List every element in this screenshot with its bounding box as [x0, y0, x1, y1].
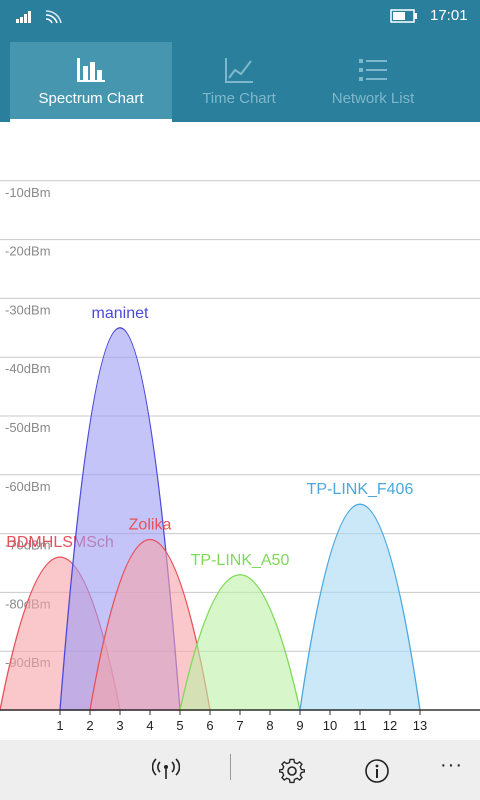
- network-label: TP-LINK_F406: [307, 481, 414, 498]
- app-bar-divider: [230, 754, 231, 780]
- tab-spectrum-chart[interactable]: Spectrum Chart: [10, 42, 172, 122]
- battery-icon: [390, 9, 417, 23]
- spectrum-chart-svg: -10dBm-20dBm-30dBm-40dBm-50dBm-60dBm-70d…: [0, 180, 480, 733]
- line-chart-icon: [225, 58, 253, 83]
- spectrum-chart: -10dBm -20dBm -30dBm -40dBm -50dBm -60dBm -70d…: [0, 122, 480, 740]
- tab-label: Network List: [331, 90, 415, 107]
- x-tick-label: 3: [116, 718, 123, 733]
- x-tick-label: 8: [266, 718, 273, 733]
- y-tick-label: -30dBm: [5, 302, 51, 317]
- tab-label: Spectrum Chart: [38, 90, 144, 107]
- x-tick-label: 9: [296, 718, 303, 733]
- y-tick-label: -50dBm: [5, 420, 51, 435]
- y-tick-label: -20dBm: [5, 244, 51, 259]
- network-curve: [299, 503, 421, 711]
- network-label: Zolika: [129, 516, 172, 533]
- list-icon: [359, 59, 387, 81]
- x-tick-label: 13: [413, 718, 427, 733]
- x-tick-label: 6: [206, 718, 213, 733]
- network-curve: [179, 574, 301, 711]
- x-tick-label: 2: [86, 718, 93, 733]
- bar-chart-icon: [77, 58, 105, 82]
- x-tick-label: 12: [383, 718, 397, 733]
- tab-network-list[interactable]: Network List: [292, 42, 454, 122]
- y-tick-label: -40dBm: [5, 361, 51, 376]
- y-tick-label: -10dBm: [5, 185, 51, 200]
- gear-icon[interactable]: [279, 758, 305, 784]
- antenna-icon[interactable]: [152, 758, 180, 780]
- x-tick-label: 4: [146, 718, 153, 733]
- x-tick-label: 1: [56, 718, 63, 733]
- x-tick-label: 7: [236, 718, 243, 733]
- tab-bar: Spectrum Chart Time Chart Network List: [0, 32, 480, 122]
- info-icon[interactable]: [364, 758, 390, 784]
- more-button[interactable]: ···: [440, 754, 463, 777]
- app-bar: ···: [0, 740, 480, 800]
- status-bar: 17:01: [0, 0, 480, 32]
- wifi-icon: [45, 10, 62, 24]
- y-tick-label: -60dBm: [5, 479, 51, 494]
- signal-strength-icon: [16, 11, 31, 23]
- x-tick-label: 11: [353, 718, 367, 733]
- x-tick-label: 5: [176, 718, 183, 733]
- network-label: TP-LINK_A50: [191, 552, 290, 569]
- network-label: maninet: [92, 305, 149, 322]
- clock: 17:01: [430, 7, 468, 24]
- x-tick-label: 10: [323, 718, 337, 733]
